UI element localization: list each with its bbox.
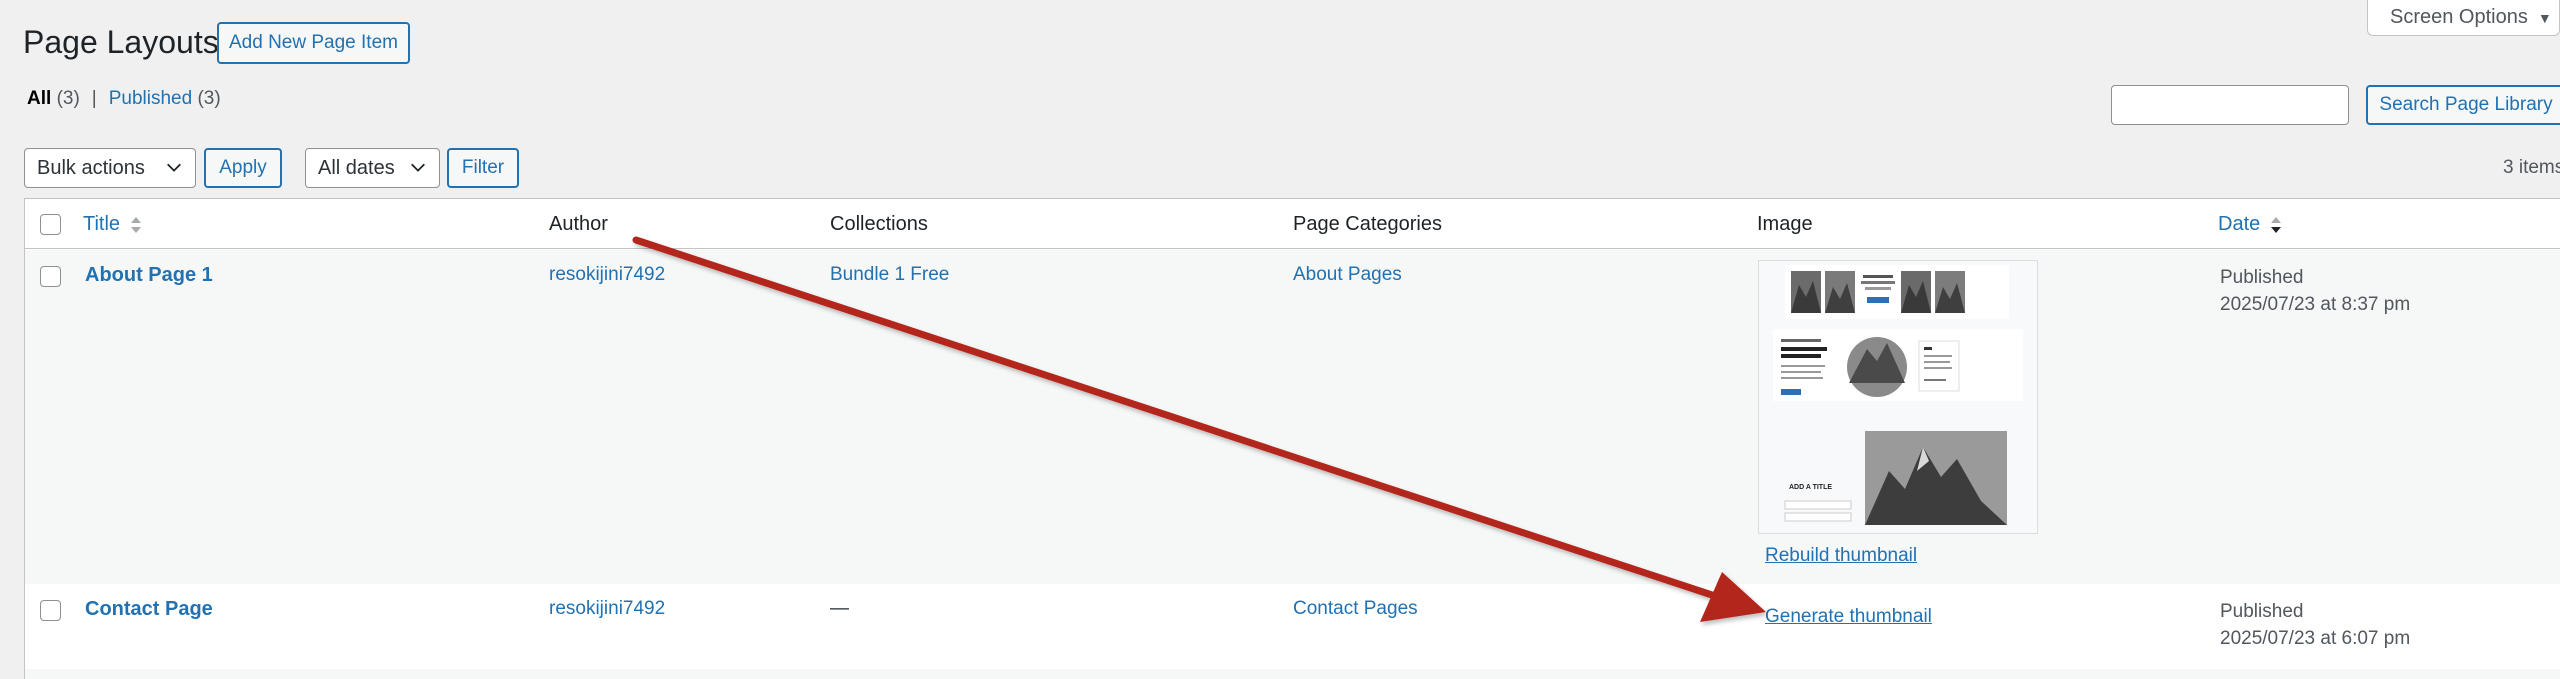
apply-button[interactable]: Apply [204, 148, 282, 188]
search-input[interactable] [2111, 85, 2349, 125]
chevron-down-icon [411, 163, 425, 172]
row-date-value: 2025/07/23 at 6:07 pm [2220, 628, 2411, 649]
table-row: About Page 1 resokijini7492 Bundle 1 Fre… [25, 250, 2560, 584]
thumbnail-preview: ADD A TITLE [1773, 265, 2023, 525]
row-title-link[interactable]: About Page 1 [85, 264, 213, 287]
filter-published-count: (3) [197, 88, 221, 109]
status-filter-links: All (3) | Published (3) [27, 88, 221, 110]
row-collection-empty: — [830, 598, 849, 619]
sort-desc-icon [2270, 216, 2281, 233]
column-title-header[interactable]: Title [83, 213, 142, 236]
screen-options-label: Screen Options [2390, 6, 2528, 28]
row-status: Published [2220, 601, 2304, 622]
row-category-link[interactable]: Contact Pages [1293, 598, 1418, 620]
search-page-library-button[interactable]: Search Page Library [2366, 85, 2560, 125]
generate-thumbnail-link[interactable]: Generate thumbnail [1765, 606, 1932, 628]
row-status: Published [2220, 267, 2304, 288]
row-date: Published 2025/07/23 at 8:37 pm [2220, 264, 2410, 318]
row-author-link[interactable]: resokijini7492 [549, 598, 665, 620]
items-count: 3 items [2503, 157, 2560, 178]
table-row: Contact Page resokijini7492 — Contact Pa… [25, 584, 2560, 669]
chevron-down-icon [167, 163, 181, 172]
select-all-checkbox[interactable] [40, 214, 61, 235]
column-author-header: Author [549, 213, 608, 235]
bulk-actions-value: Bulk actions [37, 156, 145, 179]
add-new-page-item-button[interactable]: Add New Page Item [217, 22, 410, 64]
dates-select[interactable]: All dates [305, 148, 440, 188]
filter-button[interactable]: Filter [447, 148, 519, 188]
row-collection-link[interactable]: Bundle 1 Free [830, 264, 949, 286]
page-layouts-table: Title Author Collections Page Categories… [24, 198, 2560, 679]
column-title-label: Title [83, 213, 121, 235]
row-date-value: 2025/07/23 at 8:37 pm [2220, 294, 2411, 315]
table-row [25, 669, 2560, 679]
table-header: Title Author Collections Page Categories… [25, 199, 2560, 249]
row-date: Published 2025/07/23 at 6:07 pm [2220, 598, 2410, 652]
sort-icon [130, 216, 141, 233]
column-image-header: Image [1757, 213, 1813, 235]
rebuild-thumbnail-link[interactable]: Rebuild thumbnail [1765, 545, 1917, 567]
thumbnail-add-title-text: ADD A TITLE [1789, 484, 1832, 491]
filter-all-count: (3) [56, 88, 80, 109]
row-title-link[interactable]: Contact Page [85, 598, 213, 621]
row-category-link[interactable]: About Pages [1293, 264, 1402, 286]
caret-down-icon: ▼ [2537, 9, 2552, 26]
filter-all-link[interactable]: All [27, 88, 51, 109]
screen-options-toggle[interactable]: Screen Options ▼ [2367, 0, 2560, 36]
page-title: Page Layouts [23, 24, 219, 60]
page-thumbnail-image: ADD A TITLE [1758, 260, 2038, 534]
column-date-label: Date [2218, 213, 2261, 235]
column-page-categories-header: Page Categories [1293, 213, 1442, 235]
column-collections-header: Collections [830, 213, 928, 235]
bulk-actions-select[interactable]: Bulk actions [24, 148, 196, 188]
row-checkbox[interactable] [40, 600, 61, 621]
column-date-header[interactable]: Date [2218, 213, 2282, 236]
filter-separator: | [91, 88, 97, 109]
filter-published-link[interactable]: Published [109, 88, 192, 109]
row-author-link[interactable]: resokijini7492 [549, 264, 665, 286]
row-checkbox[interactable] [40, 266, 61, 287]
dates-value: All dates [318, 156, 395, 179]
